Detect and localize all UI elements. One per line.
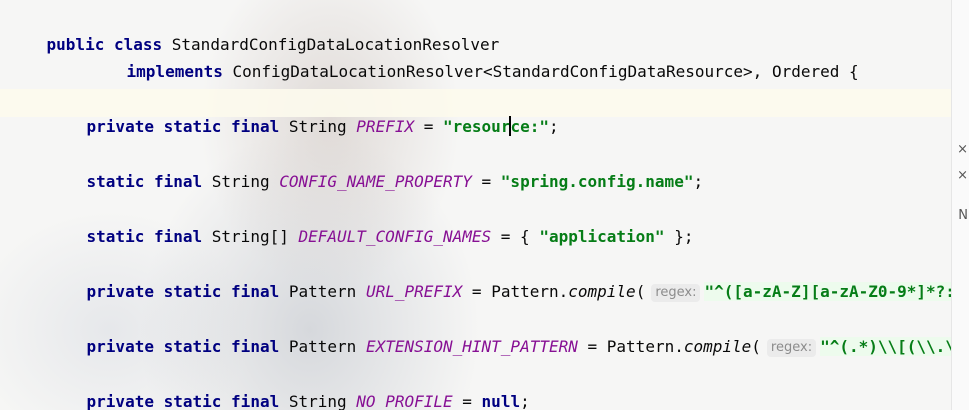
semicolon: ;: [548, 117, 559, 136]
class-reference: Pattern.: [606, 337, 684, 356]
type-name: String: [211, 172, 270, 191]
type-name: String: [288, 117, 347, 136]
code-line-class-declaration[interactable]: public class StandardConfigDataLocationR…: [8, 9, 500, 54]
keyword-static: static: [86, 227, 145, 246]
field-name: URL_PREFIX: [365, 282, 463, 301]
notification-icon[interactable]: N: [958, 208, 968, 223]
keyword-private: private: [86, 282, 154, 301]
keyword-static: static: [86, 172, 145, 191]
code-line-extension-hint-pattern[interactable]: private static final Pattern EXTENSION_H…: [48, 311, 965, 357]
field-name: DEFAULT_CONFIG_NAMES: [298, 227, 492, 246]
parameter-hint: regex:: [766, 339, 817, 357]
field-name: CONFIG_NAME_PROPERTY: [279, 172, 472, 191]
semicolon: ;: [520, 392, 530, 410]
keyword-final: final: [231, 337, 280, 356]
operator: =: [481, 172, 492, 191]
operator: =: [423, 117, 434, 136]
type-name: String[]: [211, 227, 289, 246]
method-call: compile: [683, 337, 752, 356]
code-line-implements[interactable]: implements ConfigDataLocationResolver<St…: [88, 36, 859, 81]
string-literal-part2: ce:": [510, 117, 549, 136]
keyword-static: static: [163, 392, 222, 410]
code-line-url-prefix[interactable]: private static final Pattern URL_PREFIX …: [48, 256, 965, 302]
code-line-prefix[interactable]: private static final String PREFIX = "re…: [48, 91, 559, 136]
operator: =: [471, 282, 482, 301]
keyword-final: final: [231, 282, 280, 301]
type-name: String: [288, 392, 347, 410]
keyword-static: static: [163, 282, 222, 301]
keyword-static: static: [163, 117, 222, 136]
keyword-final: final: [153, 227, 203, 246]
class-reference: Pattern.: [491, 282, 569, 301]
string-literal: "spring.config.name": [500, 172, 694, 191]
type-name: Pattern: [288, 337, 357, 356]
keyword-private: private: [86, 337, 154, 356]
regex-literal: "^(.*)\\[(\\.\\: [820, 337, 965, 356]
operator: = {: [500, 227, 530, 246]
field-name: PREFIX: [356, 117, 415, 136]
open-paren: (: [635, 282, 646, 301]
method-call: compile: [568, 282, 636, 301]
close-icon[interactable]: ×: [957, 142, 968, 157]
null-literal: null: [481, 392, 521, 410]
array-close: };: [674, 227, 694, 246]
field-name: EXTENSION_HINT_PATTERN: [365, 337, 578, 356]
keyword-private: private: [86, 392, 154, 410]
field-name: NO_PROFILE: [356, 392, 453, 410]
keyword-final: final: [231, 117, 280, 136]
operator: =: [462, 392, 472, 410]
close-icon[interactable]: ×: [957, 168, 968, 183]
code-editor[interactable]: public class StandardConfigDataLocationR…: [0, 0, 969, 410]
parameter-hint: regex:: [651, 284, 701, 302]
semicolon: ;: [693, 172, 704, 191]
keyword-static: static: [163, 337, 222, 356]
string-literal-part1: "resour: [443, 117, 511, 136]
code-line-config-name-property[interactable]: static final String CONFIG_NAME_PROPERTY…: [48, 146, 704, 191]
keyword-final: final: [231, 392, 280, 410]
regex-literal: "^([a-zA-Z][a-zA-Z0-9*]*?:): [704, 282, 965, 301]
code-line-default-config-names[interactable]: static final String[] DEFAULT_CONFIG_NAM…: [48, 201, 694, 246]
open-paren: (: [751, 337, 761, 356]
type-name: Pattern: [288, 282, 357, 301]
string-literal: "application": [539, 227, 665, 246]
operator: =: [587, 337, 598, 356]
implemented-interfaces: ConfigDataLocationResolver<StandardConfi…: [232, 62, 859, 81]
keyword-implements: implements: [126, 62, 223, 81]
keyword-final: final: [153, 172, 203, 191]
code-line-no-profile[interactable]: private static final String NO_PROFILE =…: [48, 366, 530, 410]
right-gutter: × × N: [951, 0, 969, 410]
keyword-private: private: [86, 117, 154, 136]
